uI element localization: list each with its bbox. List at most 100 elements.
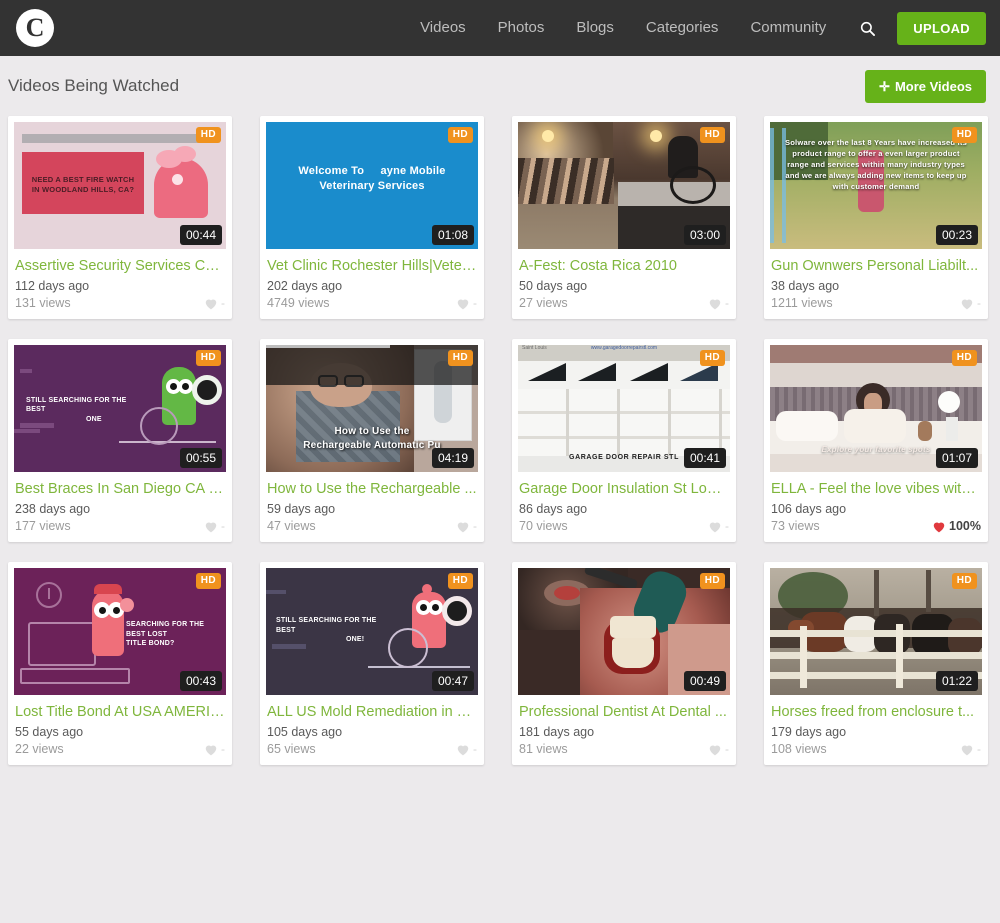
video-thumbnail[interactable]: Explore your favorite spots HD 01:07 xyxy=(770,345,982,472)
video-thumbnail[interactable]: STILL SEARCHING FOR THE BEST ONE HD 00:55 xyxy=(14,345,226,472)
main-nav: Videos Photos Blogs Categories Community… xyxy=(404,0,986,56)
video-views: 81 views xyxy=(519,742,568,756)
rating-value: - xyxy=(473,519,477,533)
video-card[interactable]: NEED A BEST FIRE WATCH IN WOODLAND HILLS… xyxy=(8,116,232,319)
video-date: 238 days ago xyxy=(15,502,91,516)
more-videos-button[interactable]: ✛ More Videos xyxy=(865,69,986,103)
video-thumbnail[interactable]: Welcome To ayne Mobile Veterinary Service… xyxy=(266,122,478,249)
video-card[interactable]: Welcome To ayne Mobile Veterinary Service… xyxy=(260,116,484,319)
video-thumbnail[interactable]: GARAGE DOOR REPAIR STL www.garagedoorrep… xyxy=(518,345,730,472)
video-thumbnail[interactable]: HD 03:00 xyxy=(518,122,730,249)
heart-icon xyxy=(960,297,974,310)
video-title[interactable]: Gun Ownwers Personal Liabilt... xyxy=(771,258,981,274)
video-views: 131 views xyxy=(15,296,71,310)
video-rating[interactable]: - xyxy=(708,519,729,533)
rating-value: - xyxy=(725,742,729,756)
video-title[interactable]: Garage Door Insulation St Loui... xyxy=(519,481,729,497)
heart-icon xyxy=(960,743,974,756)
hd-badge: HD xyxy=(195,573,221,589)
video-title[interactable]: ALL US Mold Remediation in B... xyxy=(267,704,477,720)
nav-item-community[interactable]: Community xyxy=(734,0,842,56)
nav-item-categories[interactable]: Categories xyxy=(630,0,735,56)
video-views: 108 views xyxy=(771,742,827,756)
video-card[interactable]: HD 03:00 A-Fest: Costa Rica 2010 50 days… xyxy=(512,116,736,319)
heart-icon xyxy=(708,743,722,756)
video-rating[interactable]: - xyxy=(708,742,729,756)
nav-item-blogs[interactable]: Blogs xyxy=(560,0,630,56)
video-views: 65 views xyxy=(267,742,316,756)
upload-button[interactable]: UPLOAD xyxy=(897,11,986,45)
heart-icon xyxy=(456,743,470,756)
video-rating[interactable]: 100% xyxy=(932,519,981,533)
hd-badge: HD xyxy=(699,350,725,366)
video-rating[interactable]: - xyxy=(204,519,225,533)
duration-badge: 01:22 xyxy=(935,670,978,691)
video-title[interactable]: How to Use the Rechargeable ... xyxy=(267,481,477,497)
video-meta-footer: 70 views - xyxy=(518,519,730,542)
video-card[interactable]: Explore your favorite spots HD 01:07 ELL… xyxy=(764,339,988,542)
video-title[interactable]: ELLA - Feel the love vibes with ... xyxy=(771,481,981,497)
video-rating[interactable]: - xyxy=(456,742,477,756)
video-date: 86 days ago xyxy=(519,502,588,516)
video-meta-footer: 22 views - xyxy=(14,742,226,765)
heart-icon xyxy=(456,297,470,310)
video-title[interactable]: Horses freed from enclosure t... xyxy=(771,704,981,720)
rating-value: - xyxy=(473,296,477,310)
video-date: 181 days ago xyxy=(519,725,595,739)
rating-value: - xyxy=(221,296,225,310)
page-titlebar: Videos Being Watched ✛ More Videos xyxy=(0,56,1000,116)
duration-badge: 04:19 xyxy=(431,447,474,468)
nav-item-videos[interactable]: Videos xyxy=(404,0,482,56)
more-videos-label: More Videos xyxy=(894,78,972,94)
video-thumbnail[interactable]: How to Use the Rechargeable Automatic Pu … xyxy=(266,345,478,472)
video-card[interactable]: STILL SEARCHING FOR THE BEST ONE! HD 00:4… xyxy=(260,562,484,765)
hd-badge: HD xyxy=(447,573,473,589)
video-rating[interactable]: - xyxy=(204,296,225,310)
page-title: Videos Being Watched xyxy=(8,76,180,95)
heart-icon xyxy=(204,520,218,533)
video-thumbnail[interactable]: NEED A BEST FIRE WATCH IN WOODLAND HILLS… xyxy=(14,122,226,249)
video-title[interactable]: Vet Clinic Rochester Hills|Veter... xyxy=(267,258,477,274)
video-title[interactable]: Lost Title Bond At USA AMERIC... xyxy=(15,704,225,720)
video-date: 106 days ago xyxy=(771,502,847,516)
video-rating[interactable]: - xyxy=(456,519,477,533)
video-views: 70 views xyxy=(519,519,568,533)
rating-value: - xyxy=(221,519,225,533)
video-meta-footer: 73 views 100% xyxy=(770,519,982,542)
video-title[interactable]: Professional Dentist At Dental ... xyxy=(519,704,729,720)
video-title[interactable]: A-Fest: Costa Rica 2010 xyxy=(519,258,729,274)
rating-value: - xyxy=(473,742,477,756)
video-rating[interactable]: - xyxy=(960,742,981,756)
video-date: 202 days ago xyxy=(267,279,343,293)
rating-value: 100% xyxy=(949,519,981,533)
rating-value: - xyxy=(977,742,981,756)
video-card[interactable]: SEARCHING FOR THE BEST LOST TITLE BOND? H… xyxy=(8,562,232,765)
video-card[interactable]: How to Use the Rechargeable Automatic Pu … xyxy=(260,339,484,542)
video-thumbnail[interactable]: HD 01:22 xyxy=(770,568,982,695)
search-icon[interactable] xyxy=(842,21,889,36)
video-card[interactable]: GARAGE DOOR REPAIR STL www.garagedoorrep… xyxy=(512,339,736,542)
video-views: 47 views xyxy=(267,519,316,533)
duration-badge: 03:00 xyxy=(683,224,726,245)
video-thumbnail[interactable]: Solware over the last 8 Years have incre… xyxy=(770,122,982,249)
video-rating[interactable]: - xyxy=(204,742,225,756)
video-thumbnail[interactable]: HD 00:49 xyxy=(518,568,730,695)
hd-badge: HD xyxy=(447,350,473,366)
site-header: C Videos Photos Blogs Categories Communi… xyxy=(0,0,1000,56)
video-rating[interactable]: - xyxy=(960,296,981,310)
video-title[interactable]: Best Braces In San Diego CA : C... xyxy=(15,481,225,497)
video-card[interactable]: HD 01:22 Horses freed from enclosure t..… xyxy=(764,562,988,765)
video-rating[interactable]: - xyxy=(456,296,477,310)
video-thumbnail[interactable]: STILL SEARCHING FOR THE BEST ONE! HD 00:4… xyxy=(266,568,478,695)
video-title[interactable]: Assertive Security Services Con... xyxy=(15,258,225,274)
video-rating[interactable]: - xyxy=(708,296,729,310)
plus-icon: ✛ xyxy=(879,78,890,94)
video-card[interactable]: STILL SEARCHING FOR THE BEST ONE HD 00:55… xyxy=(8,339,232,542)
nav-item-photos[interactable]: Photos xyxy=(482,0,561,56)
video-views: 1211 views xyxy=(771,296,833,310)
video-views: 27 views xyxy=(519,296,568,310)
site-logo[interactable]: C xyxy=(16,9,54,47)
video-card[interactable]: HD 00:49 Professional Dentist At Dental … xyxy=(512,562,736,765)
video-thumbnail[interactable]: SEARCHING FOR THE BEST LOST TITLE BOND? H… xyxy=(14,568,226,695)
video-card[interactable]: Solware over the last 8 Years have incre… xyxy=(764,116,988,319)
